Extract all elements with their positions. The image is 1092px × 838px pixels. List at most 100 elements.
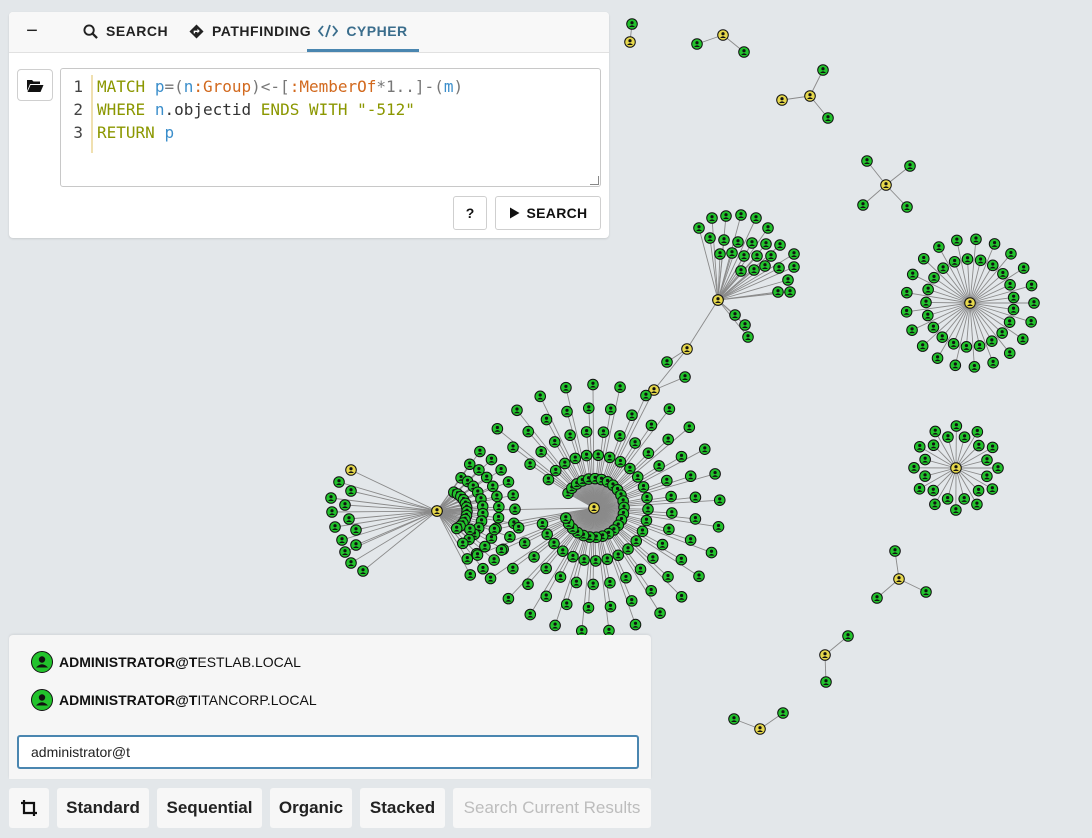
user-node-icon[interactable] <box>604 403 617 416</box>
user-node-icon[interactable] <box>350 539 362 551</box>
user-node-icon[interactable] <box>474 445 486 458</box>
layout-organic-button[interactable]: Organic <box>270 788 352 828</box>
user-node-icon[interactable] <box>1003 347 1016 359</box>
user-node-icon[interactable] <box>773 262 785 274</box>
user-node-icon[interactable] <box>486 480 499 493</box>
user-node-icon[interactable] <box>325 492 337 504</box>
user-node-icon[interactable] <box>904 160 916 172</box>
user-node-icon[interactable] <box>679 371 691 383</box>
user-node-icon[interactable] <box>549 619 561 632</box>
user-node-icon[interactable] <box>464 569 477 581</box>
user-node-icon[interactable] <box>492 511 505 524</box>
user-node-icon[interactable] <box>929 425 942 438</box>
user-node-icon[interactable] <box>509 503 521 516</box>
user-node-icon[interactable] <box>693 222 705 234</box>
user-node-icon[interactable] <box>949 359 962 372</box>
user-node-icon[interactable] <box>642 503 654 516</box>
user-node-icon[interactable] <box>560 598 573 611</box>
user-node-icon[interactable] <box>464 523 476 536</box>
user-node-icon[interactable] <box>484 572 497 585</box>
user-node-icon[interactable] <box>919 453 931 466</box>
user-node-icon[interactable] <box>1005 248 1017 260</box>
user-node-icon[interactable] <box>666 507 678 519</box>
user-node-icon[interactable] <box>906 324 918 336</box>
tab-pathfinding[interactable]: PATHFINDING <box>189 12 311 50</box>
user-node-icon[interactable] <box>941 493 954 505</box>
user-node-icon[interactable] <box>339 499 351 511</box>
user-node-icon[interactable] <box>336 534 348 546</box>
user-node-icon[interactable] <box>937 262 949 274</box>
user-node-icon[interactable] <box>968 361 981 373</box>
user-node-icon[interactable] <box>746 237 758 249</box>
group-node-icon[interactable] <box>681 343 693 355</box>
group-node-icon[interactable] <box>819 649 831 661</box>
user-node-icon[interactable] <box>718 234 730 246</box>
user-node-icon[interactable] <box>738 46 750 58</box>
user-node-icon[interactable] <box>728 713 740 725</box>
user-node-icon[interactable] <box>972 484 985 497</box>
user-node-icon[interactable] <box>561 405 573 418</box>
user-node-icon[interactable] <box>706 212 718 224</box>
user-node-icon[interactable] <box>901 201 913 213</box>
user-node-icon[interactable] <box>788 261 800 273</box>
user-node-icon[interactable] <box>564 429 576 442</box>
collapse-button[interactable]: − <box>23 21 41 42</box>
user-node-icon[interactable] <box>524 608 537 621</box>
user-node-icon[interactable] <box>641 492 653 504</box>
user-node-icon[interactable] <box>675 450 688 463</box>
user-node-icon[interactable] <box>512 521 525 534</box>
user-node-icon[interactable] <box>900 305 913 318</box>
user-node-icon[interactable] <box>788 248 800 260</box>
user-node-icon[interactable] <box>614 381 626 393</box>
user-node-icon[interactable] <box>663 403 676 415</box>
user-node-icon[interactable] <box>589 555 602 567</box>
layout-sequential-button[interactable]: Sequential <box>157 788 262 828</box>
user-node-icon[interactable] <box>333 476 345 488</box>
user-node-icon[interactable] <box>488 523 501 536</box>
group-node-icon[interactable] <box>964 297 976 309</box>
user-node-icon[interactable] <box>973 439 985 452</box>
group-node-icon[interactable] <box>880 179 892 191</box>
user-node-icon[interactable] <box>714 248 726 260</box>
user-node-icon[interactable] <box>559 457 571 470</box>
user-node-icon[interactable] <box>578 554 590 566</box>
user-node-icon[interactable] <box>704 232 716 244</box>
user-node-icon[interactable] <box>1004 279 1016 291</box>
user-node-icon[interactable] <box>507 489 519 502</box>
user-node-icon[interactable] <box>735 265 747 277</box>
user-node-icon[interactable] <box>772 286 784 298</box>
user-node-icon[interactable] <box>735 209 747 221</box>
user-node-icon[interactable] <box>587 578 599 591</box>
user-node-icon[interactable] <box>684 534 697 546</box>
user-node-icon[interactable] <box>928 271 940 284</box>
user-node-icon[interactable] <box>920 296 932 309</box>
group-node-icon[interactable] <box>712 294 724 306</box>
user-node-icon[interactable] <box>822 112 834 124</box>
user-node-icon[interactable] <box>653 460 665 472</box>
user-node-icon[interactable] <box>933 241 945 253</box>
user-node-icon[interactable] <box>705 546 718 559</box>
user-node-icon[interactable] <box>971 426 984 438</box>
user-node-icon[interactable] <box>732 236 744 248</box>
user-node-icon[interactable] <box>548 436 561 448</box>
user-node-icon[interactable] <box>326 506 338 518</box>
help-button[interactable]: ? <box>453 196 487 230</box>
user-node-icon[interactable] <box>901 286 913 299</box>
user-node-icon[interactable] <box>522 578 534 591</box>
user-node-icon[interactable] <box>948 255 961 268</box>
user-node-icon[interactable] <box>357 565 369 577</box>
user-node-icon[interactable] <box>485 453 498 466</box>
user-node-icon[interactable] <box>1003 316 1016 328</box>
user-node-icon[interactable] <box>913 440 926 453</box>
run-search-button[interactable]: SEARCH <box>495 196 601 230</box>
group-node-icon[interactable] <box>804 90 816 102</box>
user-node-icon[interactable] <box>765 250 777 262</box>
user-node-icon[interactable] <box>942 431 954 443</box>
user-node-icon[interactable] <box>720 210 732 222</box>
user-node-icon[interactable] <box>559 512 572 524</box>
user-node-icon[interactable] <box>601 553 614 566</box>
group-node-icon[interactable] <box>624 36 636 48</box>
user-node-icon[interactable] <box>693 570 705 583</box>
user-node-icon[interactable] <box>450 522 463 535</box>
user-node-icon[interactable] <box>540 590 553 603</box>
